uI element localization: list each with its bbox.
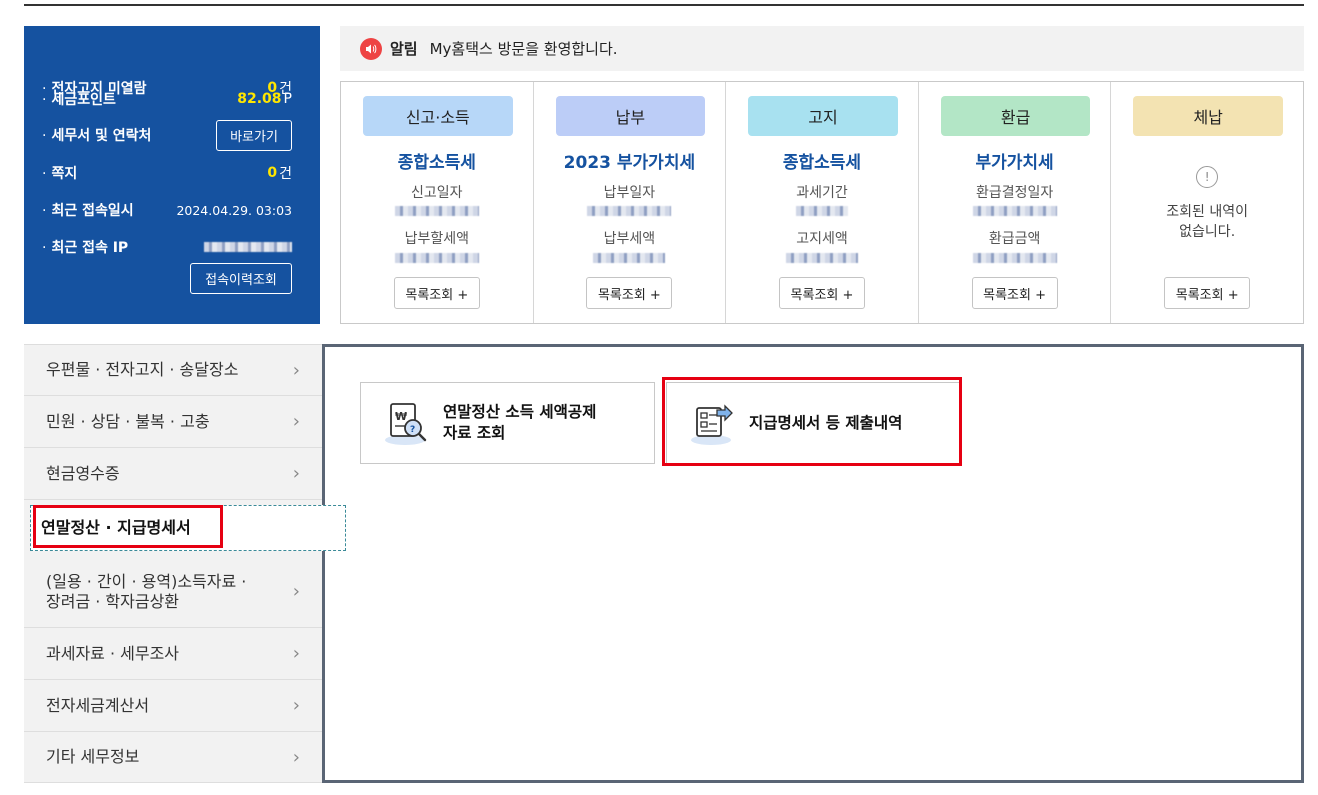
card-report-income-title[interactable]: 종합소득세 xyxy=(341,148,533,173)
speaker-icon xyxy=(360,37,382,60)
card-refund-label2: 환급금액 xyxy=(988,231,1041,247)
tax-office-shortcut-button[interactable]: 바로가기 xyxy=(216,120,292,151)
card-notice-tax-header[interactable]: 고지 xyxy=(748,96,898,136)
card-refund-list-button[interactable]: 목록조회 + xyxy=(971,277,1058,309)
sidebar-item-label: 전자세금계산서 xyxy=(46,695,150,715)
card-payment-label2: 납부세액 xyxy=(603,231,656,247)
card-notice-tax-label1: 과세기간 xyxy=(796,185,848,201)
sidebar-item-mail-notice[interactable]: 우편물 · 전자고지 · 송달장소 › xyxy=(24,345,322,396)
card-report-income-list-button[interactable]: 목록조회 + xyxy=(393,277,480,309)
card-payment-title[interactable]: 2023 부가가치세 xyxy=(534,148,726,173)
last-ip-label: 최근 접속 IP xyxy=(42,237,204,257)
notice-bar: 알림 My홈택스 방문을 환영합니다. xyxy=(340,26,1304,71)
card-refund: 환급 부가가치세 환급결정일자 환급금액 목록조회 + xyxy=(919,82,1112,323)
card-refund-value1-redacted xyxy=(972,206,1057,216)
document-send-icon xyxy=(691,404,733,445)
status-cards: 신고·소득 종합소득세 신고일자 납부할세액 목록조회 + 납부 2023 부가… xyxy=(340,81,1304,324)
card-report-income-label1: 신고일자 xyxy=(411,185,463,201)
message-row: 쪽지 0 건 xyxy=(42,161,292,185)
deduction-data-inquiry-line1: 연말정산 소득 세액공제 xyxy=(443,403,597,421)
sidebar-item-income-data[interactable]: (일용 · 간이 · 용역)소득자료 · 장려금 · 학자금상환 › xyxy=(24,556,322,628)
notice-label: 알림 xyxy=(390,40,418,58)
sidebar-item-label-line1: (일용 · 간이 · 용역)소득자료 · xyxy=(46,571,247,591)
card-arrears-header[interactable]: 체납 xyxy=(1133,96,1283,136)
message-label: 쪽지 xyxy=(42,163,267,183)
card-payment-label1: 납부일자 xyxy=(603,185,656,201)
last-login-row: 최근 접속일시 2024.04.29. 03:03 xyxy=(42,198,292,222)
tax-point-unit: P xyxy=(283,91,292,107)
card-notice-tax-list-button[interactable]: 목록조회 + xyxy=(778,277,865,309)
content-panel: ₩ ? 연말정산 소득 세액공제 자료 조회 지급명세서 등 제출내역 xyxy=(322,344,1304,783)
sidebar-item-label: (일용 · 간이 · 용역)소득자료 · 장려금 · 학자금상환 xyxy=(46,572,246,612)
sidebar-item-label: 기타 세무정보 xyxy=(46,747,140,766)
svg-text:₩: ₩ xyxy=(395,410,407,423)
card-report-income-value1-redacted xyxy=(394,206,479,216)
top-divider xyxy=(24,4,1304,6)
chevron-right-icon: › xyxy=(292,359,300,381)
last-login-label: 최근 접속일시 xyxy=(42,200,176,220)
message-unit: 건 xyxy=(279,166,292,182)
chevron-right-icon: › xyxy=(292,695,300,716)
sidebar-item-label: 연말정산 · 지급명세서 xyxy=(41,518,191,537)
card-refund-label1: 환급결정일자 xyxy=(975,185,1054,201)
sidebar-item-label-line2: 장려금 · 학자금상환 xyxy=(46,591,180,611)
card-notice-tax-label2: 고지세액 xyxy=(796,231,848,247)
payment-statement-history-button[interactable]: 지급명세서 등 제출내역 xyxy=(666,382,962,464)
last-ip-redacted xyxy=(204,242,292,252)
tax-point-label: 세금포인트 xyxy=(42,89,237,109)
sidebar-item-label: 우편물 · 전자고지 · 송달장소 xyxy=(46,360,239,379)
card-payment-value1-redacted xyxy=(587,206,672,216)
sidebar-item-tax-audit[interactable]: 과세자료 · 세무조사 › xyxy=(24,628,322,680)
card-report-income-label2: 납부할세액 xyxy=(404,231,469,247)
sidebar-item-label: 과세자료 · 세무조사 xyxy=(46,643,180,663)
deduction-data-inquiry-label: 연말정산 소득 세액공제 자료 조회 xyxy=(443,402,596,444)
chevron-right-icon: › xyxy=(292,581,300,602)
sidebar-item-e-tax-invoice[interactable]: 전자세금계산서 › xyxy=(24,680,322,732)
card-arrears-empty-line1: 조회된 내역이 xyxy=(1166,204,1249,220)
sidebar-item-year-end-settlement[interactable]: 연말정산 · 지급명세서 xyxy=(30,505,346,551)
notice-message: My홈택스 방문을 환영합니다. xyxy=(429,40,618,58)
exclamation-icon: ! xyxy=(1196,166,1219,188)
chevron-right-icon: › xyxy=(292,643,300,664)
sidebar-item-label: 민원 · 상담 · 불복 · 고충 xyxy=(46,411,210,431)
card-refund-header[interactable]: 환급 xyxy=(940,96,1091,136)
card-payment-list-button[interactable]: 목록조회 + xyxy=(586,277,673,309)
last-login-datetime: 2024.04.29. 03:03 xyxy=(176,202,292,218)
svg-text:?: ? xyxy=(410,425,415,435)
card-payment-value2-redacted xyxy=(593,253,666,263)
sidebar-item-civil-petition[interactable]: 민원 · 상담 · 불복 · 고충 › xyxy=(24,396,322,448)
document-search-icon: ₩ ? xyxy=(385,403,427,445)
chevron-right-icon: › xyxy=(292,411,300,432)
tax-point-value[interactable]: 82.08 xyxy=(237,91,281,107)
card-arrears-empty-line2: 없습니다. xyxy=(1179,224,1236,240)
last-ip-row: 최근 접속 IP xyxy=(42,235,292,259)
summary-panel: 전자고지 미열람 0 건 세금포인트 82.08 P 세무서 및 연락처 바로가… xyxy=(24,26,320,324)
sidebar-item-other-tax-info[interactable]: 기타 세무정보 › xyxy=(24,732,322,783)
card-refund-title[interactable]: 부가가치세 xyxy=(919,148,1111,173)
sidebar-item-label: 현금영수증 xyxy=(46,463,120,483)
sidebar-menu: 우편물 · 전자고지 · 송달장소 › 민원 · 상담 · 불복 · 고충 › … xyxy=(24,344,346,783)
sidebar-item-cash-receipt[interactable]: 현금영수증 › xyxy=(24,448,322,500)
card-report-income-value2-redacted xyxy=(394,253,479,263)
tax-point-row: 세금포인트 82.08 P xyxy=(42,87,292,111)
chevron-right-icon: › xyxy=(292,746,300,768)
card-report-income: 신고·소득 종합소득세 신고일자 납부할세액 목록조회 + xyxy=(341,82,534,323)
card-notice-tax-value1-redacted xyxy=(795,206,848,216)
card-payment-header[interactable]: 납부 xyxy=(555,96,706,136)
card-notice-tax: 고지 종합소득세 과세기간 고지세액 목록조회 + xyxy=(726,82,919,323)
card-arrears: 체납 ! 조회된 내역이 없습니다. 목록조회 + xyxy=(1111,82,1303,323)
payment-statement-history-label: 지급명세서 등 제출내역 xyxy=(749,413,903,432)
card-notice-tax-title[interactable]: 종합소득세 xyxy=(726,148,918,173)
card-refund-value2-redacted xyxy=(972,253,1057,263)
message-count[interactable]: 0 xyxy=(267,165,277,181)
card-notice-tax-value2-redacted xyxy=(785,253,858,263)
chevron-right-icon: › xyxy=(292,463,300,484)
card-payment: 납부 2023 부가가치세 납부일자 납부세액 목록조회 + xyxy=(534,82,727,323)
card-arrears-list-button[interactable]: 목록조회 + xyxy=(1164,277,1251,309)
login-history-button[interactable]: 접속이력조회 xyxy=(190,263,292,294)
card-report-income-header[interactable]: 신고·소득 xyxy=(363,96,513,136)
deduction-data-inquiry-line2: 자료 조회 xyxy=(443,424,506,442)
card-arrears-empty-text: 조회된 내역이 없습니다. xyxy=(1111,202,1303,242)
deduction-data-inquiry-button[interactable]: ₩ ? 연말정산 소득 세액공제 자료 조회 xyxy=(360,382,655,464)
